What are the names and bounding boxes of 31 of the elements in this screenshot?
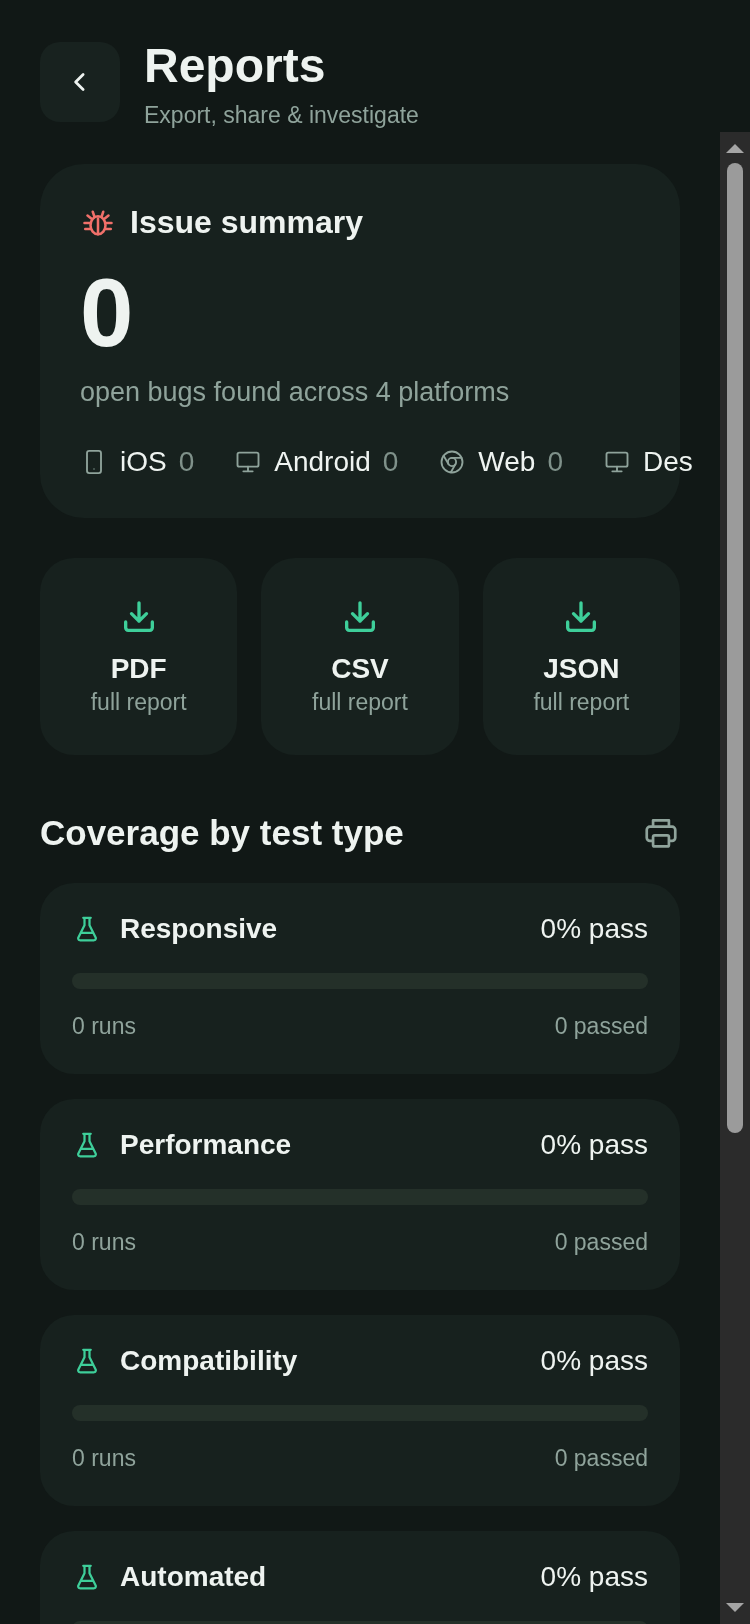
- test-type-name: Responsive: [120, 913, 279, 945]
- export-button[interactable]: PDF full report: [40, 558, 238, 755]
- export-button[interactable]: CSV full report: [261, 558, 459, 755]
- section-title: Coverage by test type: [40, 813, 404, 853]
- passed-count: 0 passed: [554, 1445, 648, 1472]
- pass-rate: 0% pass: [540, 1561, 648, 1593]
- platform-name: Des: [643, 446, 693, 478]
- pass-rate: 0% pass: [540, 1345, 648, 1377]
- passed-count: 0 passed: [554, 1229, 648, 1256]
- run-count: 0 runs: [72, 1445, 136, 1472]
- test-type-name: Compatibility: [120, 1345, 299, 1377]
- run-count: 0 runs: [72, 1229, 136, 1256]
- platform-name: iOS: [120, 446, 167, 478]
- summary-caption: open bugs found across 4 platforms: [80, 377, 511, 408]
- platform-name: Android: [274, 446, 371, 478]
- page-title: Reports: [144, 40, 327, 92]
- platform-count: 0: [547, 446, 563, 478]
- pass-rate: 0% pass: [540, 1129, 648, 1161]
- test-type-name: Automated: [120, 1561, 268, 1593]
- platform-count: 0: [382, 446, 399, 478]
- bug-count: 0: [80, 263, 135, 363]
- export-button[interactable]: JSON full report: [482, 558, 680, 755]
- pass-rate: 0% pass: [540, 913, 648, 945]
- passed-count: 0 passed: [554, 1013, 648, 1040]
- scrollbar[interactable]: [720, 132, 750, 1624]
- test-type-name: Performance: [120, 1129, 293, 1161]
- card-title: Issue summary: [130, 204, 363, 241]
- platform-name: Web: [478, 446, 536, 478]
- platform-count: 0: [178, 446, 195, 478]
- run-count: 0 runs: [72, 1013, 136, 1040]
- page-subtitle: Export, share & investigate: [144, 102, 419, 129]
